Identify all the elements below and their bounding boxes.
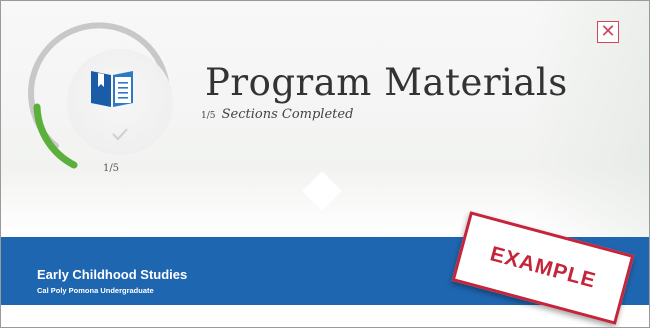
modal-window: 1/5 Program Materials 1/5 Sections Compl… <box>0 0 650 328</box>
header-background-texture <box>531 1 649 237</box>
sections-completed-fraction: 1/5 <box>201 111 216 121</box>
section-pointer <box>302 171 342 211</box>
close-button[interactable]: ✕ <box>597 21 619 43</box>
sections-completed-label: Sections Completed <box>221 107 354 122</box>
program-name: Early Childhood Studies <box>37 267 188 282</box>
checkmark-icon <box>112 128 128 141</box>
open-book-icon <box>91 71 133 107</box>
bottom-strip <box>1 305 649 327</box>
sections-completed-text: 1/5 Sections Completed <box>201 107 353 122</box>
modal-header: 1/5 Program Materials 1/5 Sections Compl… <box>1 1 649 237</box>
example-stamp-label: EXAMPLE <box>487 242 599 293</box>
progress-count-label: 1/5 <box>102 163 120 174</box>
program-subtitle: Cal Poly Pomona Undergraduate <box>37 286 154 295</box>
page-title: Program Materials <box>205 61 568 104</box>
close-icon: ✕ <box>600 21 616 41</box>
